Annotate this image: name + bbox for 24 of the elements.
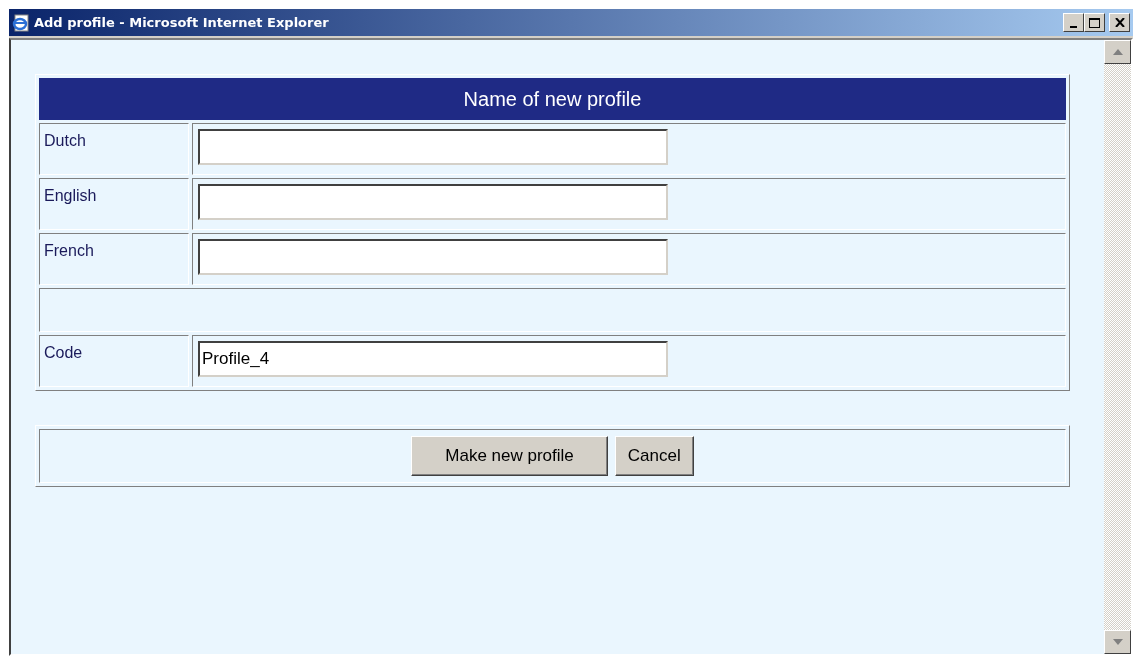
- text-field[interactable]: [198, 184, 668, 220]
- submit-button[interactable]: Make new profile: [411, 436, 608, 476]
- text-field[interactable]: [198, 129, 668, 165]
- cancel-button[interactable]: Cancel: [614, 436, 694, 476]
- close-icon: [1114, 18, 1125, 27]
- scroll-down-button[interactable]: [1104, 630, 1131, 654]
- maximize-icon: [1089, 17, 1100, 28]
- field-label: French: [44, 242, 94, 259]
- minimize-button[interactable]: [1063, 13, 1084, 32]
- text-field[interactable]: [198, 239, 668, 275]
- close-button[interactable]: [1109, 13, 1130, 32]
- down-arrow-icon: [1112, 639, 1123, 645]
- field-label: Dutch: [44, 132, 86, 149]
- form-heading: Name of new profile: [39, 78, 1066, 120]
- up-arrow-icon: [1112, 49, 1123, 55]
- browser-icon: [12, 13, 30, 32]
- scroll-up-button[interactable]: [1104, 40, 1131, 64]
- field-label: English: [44, 187, 97, 204]
- window-title: Add profile - Microsoft Internet Explorer: [34, 13, 329, 32]
- field-label: Code: [44, 344, 83, 361]
- minimize-icon: [1070, 25, 1077, 28]
- maximize-button[interactable]: [1084, 13, 1105, 32]
- text-field[interactable]: Profile_4: [198, 341, 668, 377]
- scrollbar[interactable]: [1104, 40, 1131, 654]
